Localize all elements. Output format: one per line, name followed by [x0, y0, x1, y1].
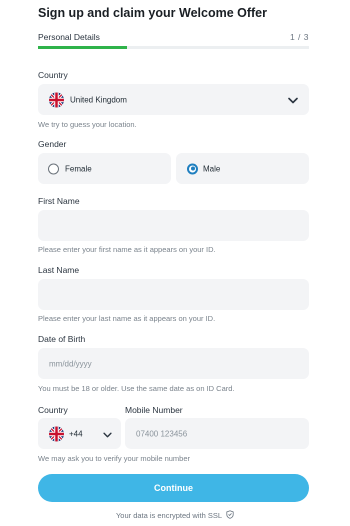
last-name-label: Last Name	[38, 265, 80, 275]
phone-hint: We may ask you to verify your mobile num…	[38, 454, 191, 463]
gender-label: Gender	[38, 139, 67, 149]
continue-button[interactable]: Continue	[38, 474, 309, 502]
country-value: United Kingdom	[70, 95, 127, 104]
dial-code-select[interactable]: +44	[38, 418, 121, 449]
step-counter: 1 / 3	[289, 32, 309, 42]
country-hint: We try to guess your location.	[38, 120, 137, 129]
shield-check-icon	[226, 510, 234, 521]
gender-option-female[interactable]: Female	[38, 153, 171, 184]
gender-option-male[interactable]: Male	[176, 153, 309, 184]
continue-label: Continue	[154, 483, 193, 493]
dial-code-value: +44	[69, 429, 83, 438]
progress-bar-fill	[38, 46, 128, 49]
country-label: Country	[38, 70, 68, 80]
page-title: Sign up and claim your Welcome Offer	[38, 6, 267, 20]
country-select[interactable]: United Kingdom	[38, 84, 309, 115]
phone-country-label: Country	[38, 405, 68, 415]
first-name-field[interactable]	[38, 210, 309, 241]
first-name-label: First Name	[38, 196, 80, 206]
chevron-down-icon	[103, 425, 112, 443]
female-radio[interactable]	[48, 163, 59, 174]
dob-label: Date of Birth	[38, 334, 86, 344]
mobile-number-label: Mobile Number	[125, 405, 183, 415]
uk-flag-icon	[49, 92, 64, 107]
step-label: Personal Details	[38, 32, 100, 42]
dob-hint: You must be 18 or older. Use the same da…	[38, 384, 235, 393]
chevron-down-icon	[288, 91, 298, 109]
dob-placeholder: mm/dd/yyyy	[49, 359, 92, 368]
mobile-number-placeholder: 07400 123456	[136, 429, 188, 438]
mobile-number-field[interactable]: 07400 123456	[125, 418, 309, 449]
ssl-notice: Your data is encrypted with SSL	[0, 510, 350, 521]
last-name-field[interactable]	[38, 279, 309, 310]
ssl-text: Your data is encrypted with SSL	[115, 511, 223, 520]
last-name-hint: Please enter your last name as it appear…	[38, 314, 216, 323]
uk-flag-icon	[49, 426, 64, 441]
first-name-hint: Please enter your first name as it appea…	[38, 245, 216, 254]
progress-bar	[38, 46, 309, 49]
female-label: Female	[65, 164, 92, 173]
male-radio[interactable]	[187, 163, 198, 174]
dob-field[interactable]: mm/dd/yyyy	[38, 348, 309, 379]
male-label: Male	[203, 164, 221, 173]
